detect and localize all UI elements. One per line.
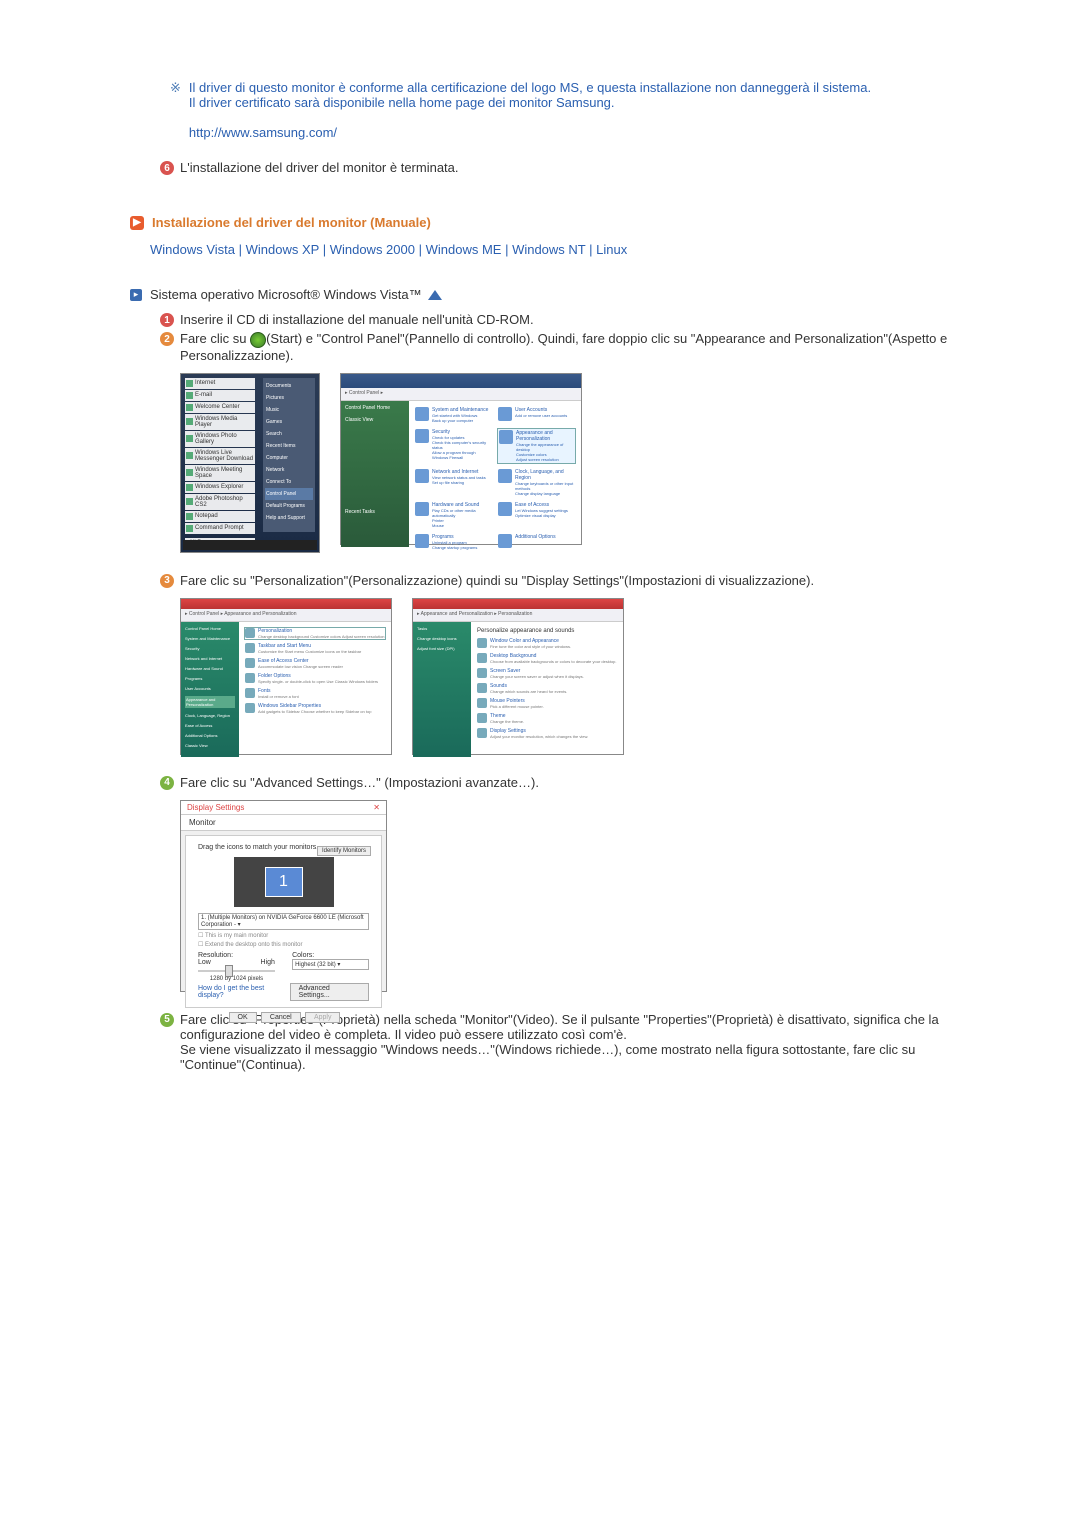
up-arrow-icon[interactable] [428, 290, 442, 300]
help-link: How do I get the best display? [198, 985, 288, 999]
vista-step2: Fare clic su (Start) e "Control Panel"(P… [180, 331, 950, 363]
cancel-button: Cancel [261, 1012, 301, 1023]
close-icon: ✕ [373, 803, 380, 812]
screenshot-control-panel: ▸ Control Panel ▸ Control Panel Home Cla… [340, 373, 582, 545]
monitor-dropdown: 1. (Multiple Monitors) on NVIDIA GeForce… [198, 913, 369, 930]
screenshot-personalization: ▸ Appearance and Personalization ▸ Perso… [412, 598, 624, 755]
bullet-4-icon: 4 [160, 776, 174, 790]
colors-dropdown: Highest (32 bit) ▾ [292, 959, 369, 970]
bullet-2-icon: 2 [160, 332, 174, 346]
vista-step4: Fare clic su "Advanced Settings…" (Impos… [180, 775, 950, 790]
screenshot-start-menu: Internet E-mail Welcome Center Windows M… [180, 373, 320, 553]
bullet-6-icon: 6 [160, 161, 174, 175]
section-title: Installazione del driver del monitor (Ma… [152, 215, 431, 230]
note-text: Il driver di questo monitor è conforme a… [189, 80, 871, 140]
screenshot-appearance-category: ▸ Control Panel ▸ Appearance and Persona… [180, 598, 392, 755]
identify-monitors-button: Identify Monitors [317, 846, 371, 856]
resolution-slider [225, 965, 233, 977]
step6-text: L'installazione del driver del monitor è… [180, 160, 950, 175]
link-linux[interactable]: Linux [596, 242, 627, 257]
link-2000[interactable]: Windows 2000 [330, 242, 415, 257]
link-me[interactable]: Windows ME [426, 242, 502, 257]
vista-step3: Fare clic su "Personalization"(Personali… [180, 573, 950, 588]
samsung-link[interactable]: http://www.samsung.com/ [189, 125, 337, 140]
vista-step1: Inserire il CD di installazione del manu… [180, 312, 950, 327]
note-line2: Il driver certificato sarà disponibile n… [189, 95, 871, 110]
link-xp[interactable]: Windows XP [246, 242, 319, 257]
link-nt[interactable]: Windows NT [512, 242, 585, 257]
os-links: Windows Vista | Windows XP | Windows 200… [150, 242, 950, 257]
apply-button: Apply [305, 1012, 341, 1023]
screenshot-display-settings: Display Settings✕ Monitor Drag the icons… [180, 800, 387, 992]
note-line1: Il driver di questo monitor è conforme a… [189, 80, 871, 95]
advanced-settings-button: Advanced Settings... [290, 983, 369, 1001]
link-vista[interactable]: Windows Vista [150, 242, 235, 257]
monitor-1-icon: 1 [265, 867, 303, 897]
os-bullet-icon: ▸ [130, 289, 142, 301]
note-marker: ※ [170, 80, 181, 140]
ok-button: OK [229, 1012, 257, 1023]
start-orb-icon [250, 332, 266, 348]
bullet-3-icon: 3 [160, 574, 174, 588]
section-arrow-icon: ▶ [130, 216, 144, 230]
bullet-5-icon: 5 [160, 1013, 174, 1027]
bullet-1-icon: 1 [160, 313, 174, 327]
os-intro: Sistema operativo Microsoft® Windows Vis… [150, 287, 422, 302]
